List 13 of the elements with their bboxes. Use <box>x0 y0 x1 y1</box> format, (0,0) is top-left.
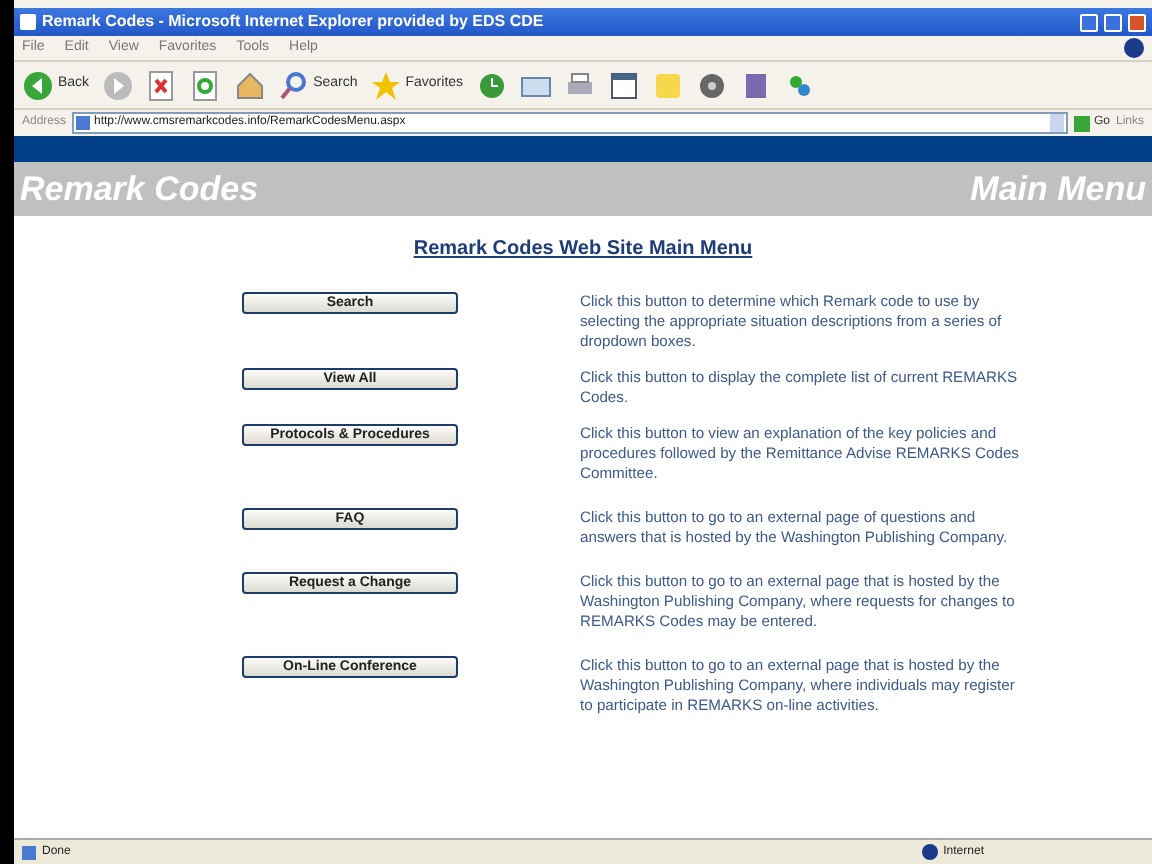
stop-icon[interactable] <box>145 69 178 101</box>
site-title: Remark Codes <box>20 167 259 212</box>
window-title: Remark Codes - Microsoft Internet Explorer provided by EDS CDE <box>42 10 544 34</box>
minimize-button[interactable] <box>1080 13 1098 31</box>
home-icon[interactable] <box>233 69 266 101</box>
section-title: Main Menu <box>970 167 1146 212</box>
refresh-icon[interactable] <box>189 69 222 101</box>
search-icon[interactable] <box>277 69 310 101</box>
star-icon[interactable] <box>369 69 402 101</box>
history-icon[interactable] <box>475 69 508 101</box>
maximize-button[interactable] <box>1104 13 1122 31</box>
page-heading-link[interactable]: Remark Codes Web Site Main Menu <box>413 234 753 264</box>
close-button[interactable] <box>1128 13 1146 31</box>
